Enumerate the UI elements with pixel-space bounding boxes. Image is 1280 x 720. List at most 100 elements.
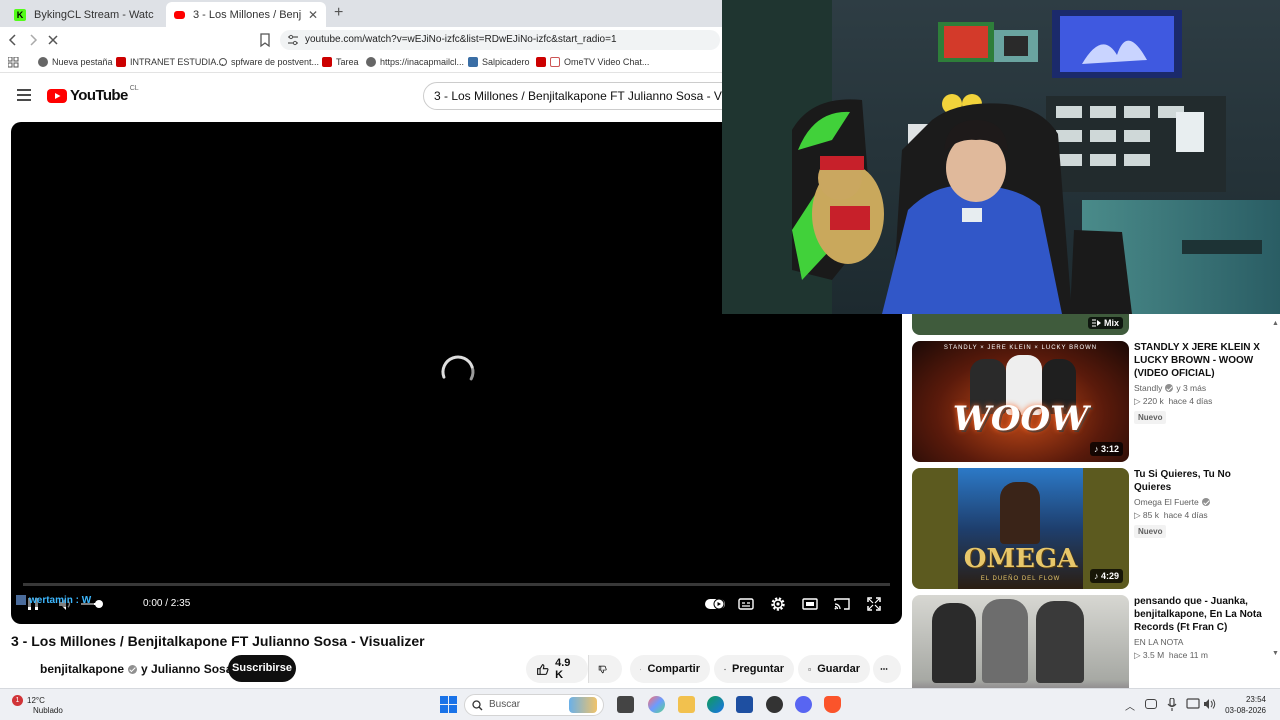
rec-channel[interactable]: Omega El Fuerte (1134, 497, 1264, 507)
file-explorer-icon[interactable] (678, 696, 695, 713)
bookmark-salpicadero[interactable]: Salpicadero (468, 57, 530, 67)
weather-widget[interactable]: 1 12°C Nublado (12, 695, 63, 716)
like-button[interactable]: 4.9 K (526, 655, 588, 683)
dislike-button[interactable] (588, 655, 622, 683)
stop-loading-icon[interactable] (44, 31, 62, 49)
back-icon[interactable] (4, 31, 22, 49)
scroll-up-icon[interactable]: ▲ (1272, 320, 1279, 334)
tab-title: 3 - Los Millones / Benjitalkapone FT Jul… (193, 8, 302, 21)
scroll-down-icon[interactable]: ▼ (1272, 650, 1279, 664)
save-button[interactable]: Guardar (798, 655, 870, 683)
tab-youtube[interactable]: 3 - Los Millones / Benjitalkapone FT Jul… (166, 2, 326, 27)
subtitles-icon[interactable] (738, 596, 754, 612)
channel-link[interactable]: benjitalkapone (40, 662, 124, 676)
speaker-icon[interactable] (1203, 698, 1216, 710)
sparkle-icon (724, 668, 726, 670)
close-tab-icon[interactable]: ✕ (308, 8, 318, 22)
forward-icon[interactable] (24, 31, 42, 49)
cast-icon[interactable] (834, 596, 850, 612)
tab-title: BykingCL Stream - Watch Live on Kick (34, 8, 154, 21)
edge-icon[interactable] (707, 696, 724, 713)
list-item[interactable]: OMEGA EL DUEÑO DEL FLOW ♪ 4:29 Tu Si Qui… (912, 468, 1272, 589)
network-icon[interactable] (1145, 699, 1157, 709)
windows-start-icon[interactable] (440, 696, 457, 713)
bookmark-inacapmail[interactable]: https://inacapmailcl... (366, 57, 464, 67)
store-icon[interactable] (736, 696, 753, 713)
search-icon (219, 58, 227, 66)
brave-icon[interactable] (824, 696, 841, 713)
weather-desc: Nublado (33, 706, 63, 715)
bookmark-ometv[interactable]: OmeTV Video Chat... (536, 57, 649, 67)
rec-title[interactable]: STANDLY X JERE KLEIN X LUCKY BROWN - WOO… (1134, 341, 1264, 380)
search-input[interactable]: 3 - Los Millones / Benjitalkapone FT Jul… (423, 82, 743, 110)
discord-icon[interactable] (795, 696, 812, 713)
mix-thumbnail[interactable]: Mix (912, 314, 1129, 335)
fullscreen-icon[interactable] (866, 596, 882, 612)
search-icon (472, 700, 483, 711)
bookmark-intranet[interactable]: INTRANET ESTUDIA... (116, 57, 224, 67)
copilot-icon[interactable] (648, 696, 665, 713)
region-code: CL (129, 85, 139, 92)
more-actions-button[interactable] (873, 655, 901, 683)
thumbnail-figure (1000, 482, 1040, 544)
taskbar-search-input[interactable]: Buscar (464, 694, 604, 716)
webcam-overlay (722, 0, 1280, 314)
youtube-favicon-icon (174, 10, 185, 19)
mix-badge: Mix (1087, 317, 1123, 329)
taskbar-clock[interactable]: 23:54 03-08-2026 (1225, 694, 1266, 716)
rec-title[interactable]: Tu Si Quieres, Tu No Quieres (1134, 468, 1264, 494)
rec-stats: ▷ 3.5 M hace 11 m (1134, 650, 1208, 660)
task-view-icon[interactable] (617, 696, 634, 713)
tab-kick-stream[interactable]: K BykingCL Stream - Watch Live on Kick (6, 2, 162, 27)
url-field[interactable]: youtube.com/watch?v=wEJiNo-izfc&list=RDw… (280, 30, 720, 50)
volume-knob[interactable] (95, 600, 103, 608)
wifi-icon[interactable] (1186, 698, 1200, 710)
share-label: Compartir (647, 663, 700, 675)
bookmark-spfware[interactable]: spfware de postvent... (219, 57, 319, 67)
share-button[interactable]: Compartir (630, 655, 710, 683)
bookmark-page-icon[interactable] (256, 31, 274, 49)
globe-icon (38, 57, 48, 67)
microphone-icon[interactable] (1167, 698, 1177, 711)
video-thumbnail[interactable] (912, 595, 1129, 688)
chat-user-avatar (16, 595, 26, 605)
autoplay-toggle[interactable] (704, 596, 726, 612)
thumbnail-caption: EL DUEÑO DEL FLOW (980, 576, 1061, 582)
ask-button[interactable]: Preguntar (714, 655, 794, 683)
list-item[interactable]: pensando que - Juanka, benjitalkapone, E… (912, 595, 1272, 688)
site-settings-icon[interactable] (287, 34, 299, 46)
chevron-up-icon[interactable]: ︿ (1125, 698, 1135, 713)
url-text: youtube.com/watch?v=wEJiNo-izfc&list=RDw… (305, 34, 617, 45)
video-thumbnail[interactable]: OMEGA EL DUEÑO DEL FLOW ♪ 4:29 (912, 468, 1129, 589)
share-icon (640, 668, 642, 670)
rec-channel[interactable]: EN LA NOTA (1134, 637, 1264, 647)
settings-gear-icon[interactable] (770, 596, 786, 612)
rec-title[interactable]: pensando que - Juanka, benjitalkapone, E… (1134, 595, 1264, 634)
list-item[interactable]: STANDLY × JERE KLEIN × LUCKY BROWN WOOW … (912, 341, 1272, 462)
app-icon[interactable] (766, 696, 783, 713)
theater-mode-icon[interactable] (802, 596, 818, 612)
apps-icon[interactable] (8, 57, 19, 68)
new-tab-icon[interactable]: + (334, 4, 343, 22)
bookmark-nueva-pestana[interactable]: Nueva pestaña (38, 57, 113, 67)
verified-icon (1201, 498, 1210, 506)
thumbnail-figure (982, 599, 1028, 683)
loading-spinner-icon (441, 355, 475, 381)
avatar[interactable] (11, 657, 35, 681)
dashboard-icon (468, 57, 478, 67)
subscribe-button[interactable]: Suscribirse (228, 655, 296, 682)
kick-icon: K (14, 8, 26, 21)
thumbs-up-icon (537, 663, 549, 675)
channel-names[interactable]: benjitalkapone y Julianno Sosa (40, 662, 249, 676)
verified-icon (128, 664, 138, 674)
progress-bar[interactable] (23, 583, 890, 586)
video-thumbnail[interactable]: STANDLY × JERE KLEIN × LUCKY BROWN WOOW … (912, 341, 1129, 462)
bookmark-tarea[interactable]: Tarea (322, 57, 359, 67)
youtube-logo[interactable]: YouTube CL (47, 85, 139, 104)
inacap-icon (322, 57, 332, 67)
menu-icon[interactable] (16, 88, 32, 102)
rec-channel[interactable]: Standly y 3 más (1134, 383, 1264, 393)
stream-chat-overlay: wertamin : W (13, 593, 95, 607)
channel-link-2[interactable]: y Julianno Sosa (141, 662, 232, 676)
chat-message: wertamin : W (29, 594, 92, 606)
